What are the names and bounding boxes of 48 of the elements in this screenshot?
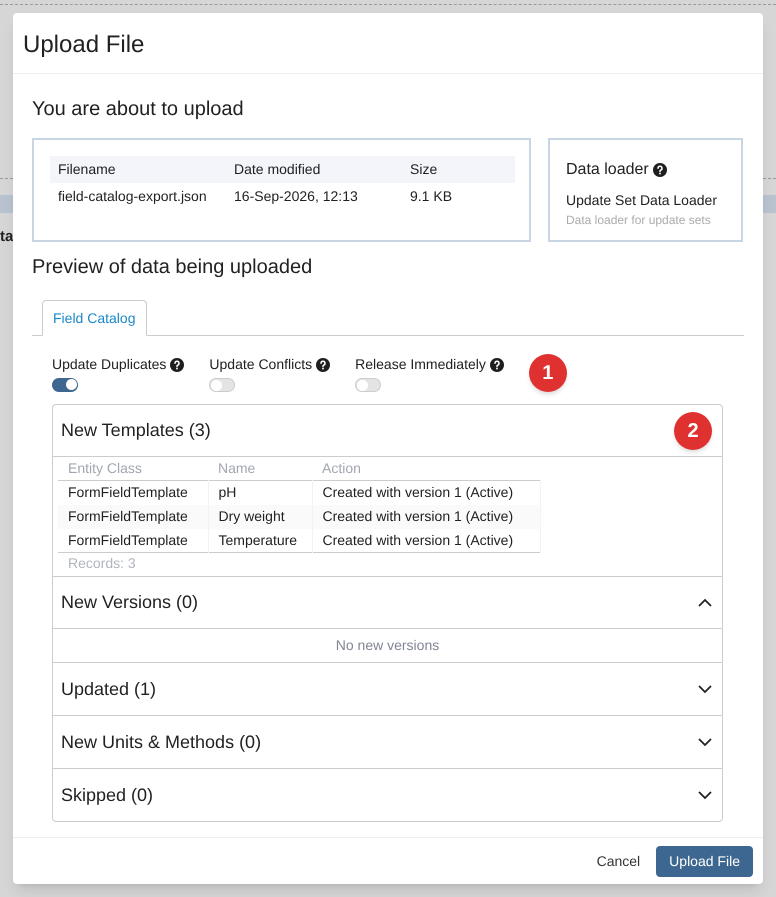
background-text: ta [0,227,14,247]
chevron-down-icon[interactable] [698,738,712,746]
table-cell: Dry weight [208,504,312,528]
toggle-switch[interactable] [52,378,78,392]
chevron-down-icon[interactable] [698,684,712,694]
toggle-switch[interactable] [355,378,382,392]
accordion-header[interactable]: New Units & Methods (0) [53,716,722,768]
tab[interactable]: Field Catalog [42,300,146,336]
chevron-down-icon[interactable] [698,790,712,800]
table-cell: 16-Sep-2026, 12:13 [226,183,402,210]
chevron-up-icon[interactable] [698,598,712,607]
section-heading: Preview of data being uploaded [32,255,314,280]
help-icon [316,358,330,372]
column-header: Action [312,457,540,480]
toggle-label: Update Duplicates [52,355,166,374]
column-header: Name [208,457,312,480]
loader-name: Update Set Data Loader [566,191,718,210]
cancel-button[interactable]: Cancel [594,850,642,872]
accordion-header[interactable]: Updated (1) [53,663,722,715]
help-icon [170,358,184,372]
table-cell: field-catalog-export.json [50,183,226,210]
toggle-label: Release Immediately [355,355,486,374]
records-count: Records: 3 [67,554,137,573]
help-icon [652,163,667,177]
table-cell: FormFieldTemplate [58,504,208,528]
dialog-title: Upload File [23,30,146,60]
column-header: Size [402,156,515,183]
loader-title: Data loader [566,160,649,180]
column-header: Date modified [226,156,402,183]
empty-message: No new versions [336,636,440,655]
toggle-switch[interactable] [209,378,236,392]
help-icon [490,358,504,372]
table-cell: Temperature [208,528,312,552]
loader-description: Data loader for update sets [566,212,712,229]
toggle-label: Update Conflicts [209,355,312,374]
table-cell: FormFieldTemplate [58,528,208,552]
column-header: Filename [50,156,226,183]
accordion-header[interactable]: Skipped (0) [53,769,722,821]
accordion-header[interactable]: New Versions (0) [53,577,722,629]
upload-button[interactable]: Upload File [656,846,753,876]
annotation-marker: 2 [674,412,712,450]
column-header: Entity Class [58,457,208,480]
section-heading: You are about to upload [32,97,245,122]
table-cell: Created with version 1 (Active) [312,504,540,528]
accordion-header[interactable]: New Templates (3) 2 [53,405,722,457]
table-cell: 9.1 KB [402,183,515,210]
table-cell: Created with version 1 (Active) [312,528,540,552]
annotation-marker: 1 [528,354,567,392]
